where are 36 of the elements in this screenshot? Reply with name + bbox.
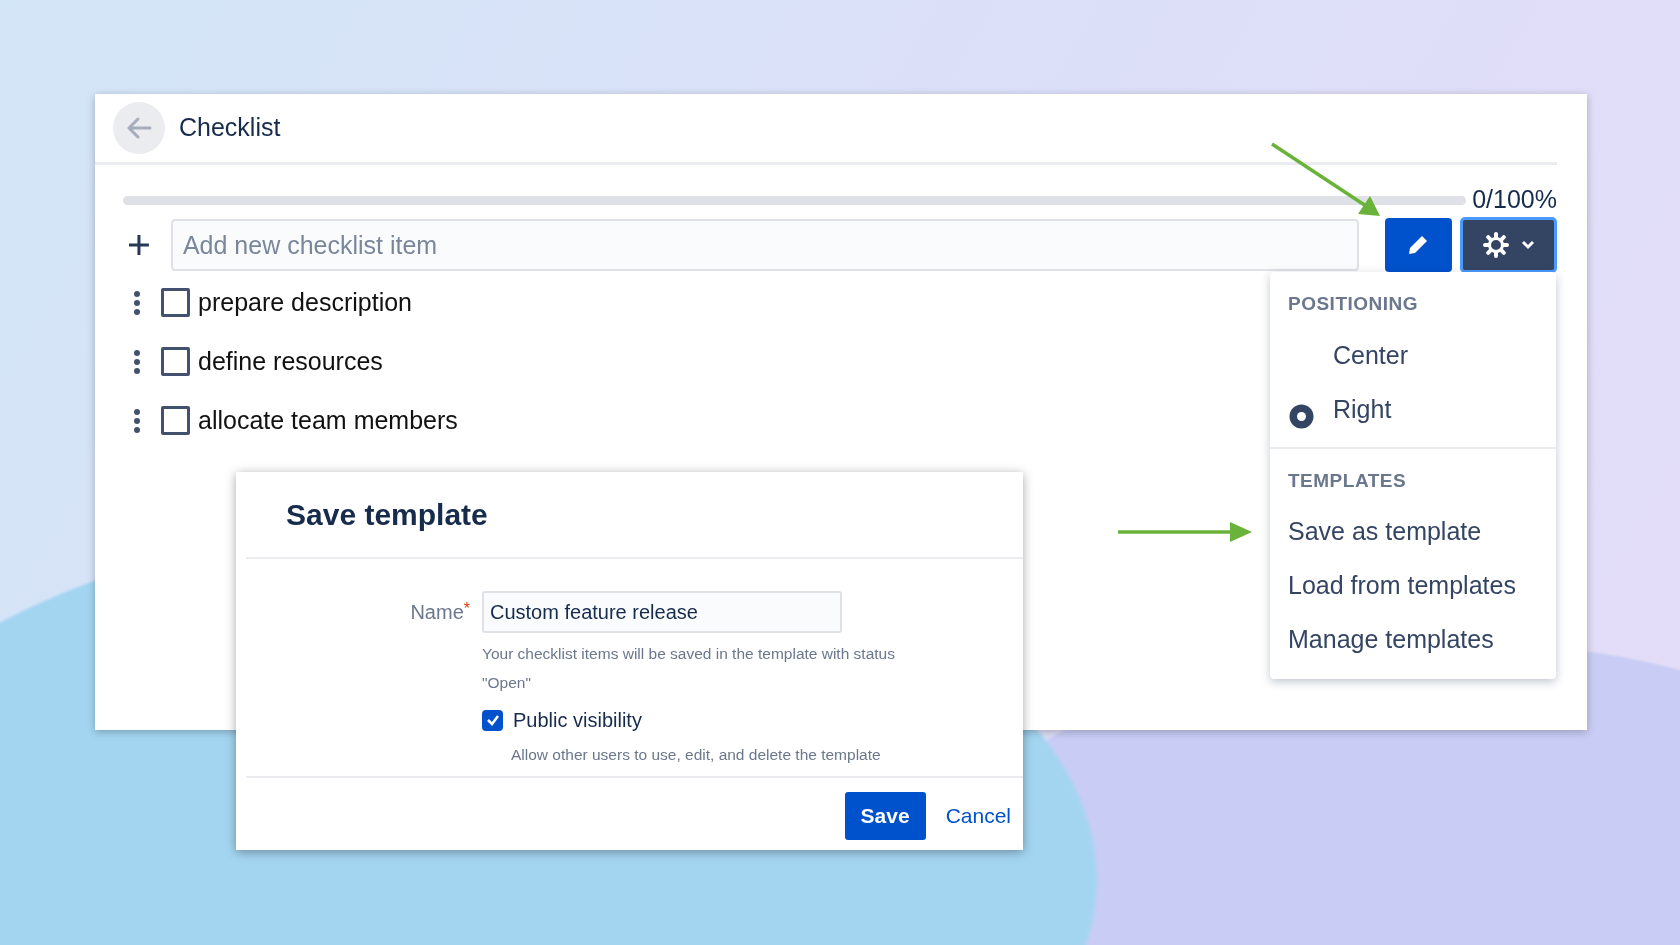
item-label: allocate team members xyxy=(198,404,458,436)
checkbox[interactable] xyxy=(161,347,190,376)
visibility-checkbox[interactable] xyxy=(482,709,503,731)
cancel-link[interactable]: Cancel xyxy=(943,792,1013,840)
panel-title: Checklist xyxy=(179,112,281,144)
back-arrow-icon xyxy=(126,117,152,139)
item-label: define resources xyxy=(198,345,383,377)
visibility-label: Public visibility xyxy=(513,708,642,733)
visibility-help-text: Allow other users to use, edit, and delete the template xyxy=(511,745,882,765)
add-item-field[interactable]: Add new checklist item xyxy=(170,219,1359,271)
settings-button[interactable] xyxy=(1460,217,1557,273)
menu-item[interactable]: Save as template xyxy=(1270,505,1556,559)
name-field[interactable]: Custom feature release xyxy=(482,591,842,633)
drag-handle-icon[interactable] xyxy=(133,348,141,375)
menu-section-heading: POSITIONING xyxy=(1287,292,1420,316)
menu-item[interactable]: Center xyxy=(1270,328,1556,383)
drag-handle-icon[interactable] xyxy=(133,289,141,316)
name-help-text: Your checklist items will be saved in the template with status "Open" xyxy=(482,644,896,693)
checkbox[interactable] xyxy=(161,406,190,435)
save-button[interactable]: Save xyxy=(844,792,926,840)
drag-handle-icon[interactable] xyxy=(133,407,141,434)
radio-icon xyxy=(1288,402,1315,430)
plus-icon[interactable] xyxy=(127,233,151,257)
progress-label: 0/100% xyxy=(1472,184,1557,216)
settings-icon xyxy=(1482,232,1509,258)
menu-item[interactable]: Load from templates xyxy=(1270,559,1556,613)
edit-button[interactable] xyxy=(1384,218,1453,272)
menu-section-heading: TEMPLATES xyxy=(1287,468,1408,493)
chevron-down-icon xyxy=(1520,240,1535,250)
item-label: prepare description xyxy=(198,286,412,318)
dialog-title: Save template xyxy=(246,472,1023,559)
check-icon xyxy=(485,714,500,726)
menu-item[interactable]: Right xyxy=(1270,382,1556,437)
name-label: Name* xyxy=(409,599,470,625)
menu-item[interactable]: Manage templates xyxy=(1270,613,1556,667)
checkbox[interactable] xyxy=(161,288,190,317)
